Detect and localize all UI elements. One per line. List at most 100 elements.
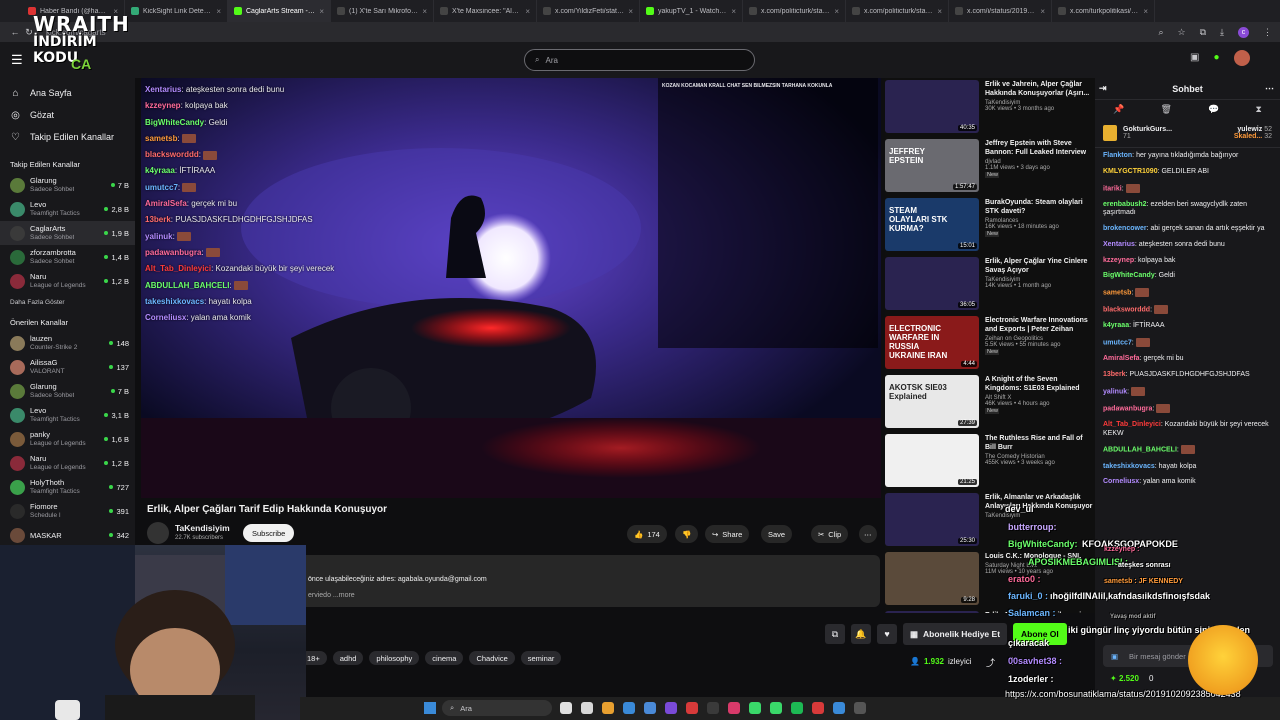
- obs-icon[interactable]: [812, 702, 824, 714]
- files-icon[interactable]: [602, 702, 614, 714]
- sidebar-nav-item[interactable]: ⌂ Ana Sayfa: [0, 82, 135, 104]
- emote-icon[interactable]: ▣: [1111, 652, 1118, 661]
- sidebar-channel[interactable]: Naru League of Legends 1,2 B: [0, 269, 135, 293]
- chrome-icon[interactable]: [581, 702, 593, 714]
- chat-username[interactable]: erenbabush2: [1103, 201, 1147, 208]
- sidebar-channel[interactable]: Fiomore Schedule I 391: [0, 499, 135, 523]
- more-actions-button[interactable]: ⋯: [859, 525, 877, 543]
- sidebar-channel[interactable]: lauzen Counter-Strike 2 148: [0, 331, 135, 355]
- inbox-icon[interactable]: ▣: [1190, 52, 1199, 66]
- sidebar-channel[interactable]: Levo Teamfight Tactics 3,1 B: [0, 403, 135, 427]
- chat-username[interactable]: yalinuk: [1103, 388, 1127, 395]
- chat-username[interactable]: BigWhiteCandy: [1103, 272, 1155, 279]
- spotify-icon[interactable]: [791, 702, 803, 714]
- like-button[interactable]: 👍 174: [627, 525, 667, 543]
- search-input[interactable]: ⌕ Ara: [524, 49, 755, 71]
- sidebar-nav-item[interactable]: ♡ Takip Edilen Kanallar: [0, 126, 135, 148]
- edge-icon[interactable]: [560, 702, 572, 714]
- sidebar-channel[interactable]: zforzambrotta Sadece Sohbet 1,4 B: [0, 245, 135, 269]
- user-avatar[interactable]: [1233, 50, 1250, 66]
- trash-icon[interactable]: 🗑: [1161, 104, 1172, 115]
- chat-username[interactable]: 13berk: [1103, 371, 1126, 378]
- sidebar-channel[interactable]: Levo Teamfight Tactics 2,8 B: [0, 197, 135, 221]
- chat-settings-icon[interactable]: ⋯: [1265, 83, 1274, 94]
- tab-close-icon[interactable]: ×: [731, 7, 736, 16]
- recommended-video[interactable]: ELECTRONIC WARFARE IN RUSSIA UKRAINE IRA…: [885, 314, 1095, 373]
- back-icon[interactable]: ←: [8, 27, 22, 37]
- tab-close-icon[interactable]: ×: [628, 7, 633, 16]
- browser-icon[interactable]: [833, 702, 845, 714]
- sidebar-channel[interactable]: CaglarArts Sadece Sohbet 1,9 B: [0, 221, 135, 245]
- stream-video[interactable]: Xentarius: ateşkesten sonra dedi bunu kzz…: [141, 78, 881, 498]
- browser-tab[interactable]: x.com/i/status/20192824 ×: [949, 0, 1052, 22]
- channel-points[interactable]: ✦ 2.520 0: [1110, 674, 1153, 683]
- youtube-subscribe-button[interactable]: Subscribe: [243, 524, 295, 542]
- red-app-icon[interactable]: [686, 702, 698, 714]
- youtube-description[interactable]: önce ulaşabileceğiniz adres: agabala.oyu…: [300, 555, 880, 607]
- chat-username[interactable]: umutcc7: [1103, 340, 1132, 347]
- youtube-channel-avatar[interactable]: [147, 522, 169, 544]
- sidebar-channel[interactable]: Glarung Sadece Sohbet 7 B: [0, 173, 135, 197]
- show-more-link[interactable]: Daha Fazla Göster: [0, 293, 135, 306]
- clip-button[interactable]: ✂ Clip: [811, 525, 849, 543]
- browser-tab[interactable]: yakupTV_1 - Watch clips ×: [640, 0, 743, 22]
- follow-heart-icon[interactable]: ♥: [877, 624, 897, 644]
- share-button[interactable]: ↪ Share: [705, 525, 750, 543]
- stream-tag[interactable]: Chadvice: [469, 651, 515, 665]
- recommended-video[interactable]: AKOTSK SIE03 Explained 27:39 A Knight of t…: [885, 373, 1095, 432]
- youtube-channel-name[interactable]: TaKendisiyim: [175, 523, 230, 533]
- discord-icon[interactable]: [644, 702, 656, 714]
- sidebar-channel[interactable]: HolyThoth Teamfight Tactics 727: [0, 475, 135, 499]
- recommended-video[interactable]: 36:05 Erlik, Alper Çağlar Yine Cinlere Sa…: [885, 255, 1095, 314]
- extensions-icon[interactable]: ⧉: [1200, 27, 1206, 38]
- notification-bell-icon[interactable]: 🔔: [851, 624, 871, 644]
- chat-username[interactable]: padawanbugra: [1103, 405, 1152, 412]
- tab-close-icon[interactable]: ×: [1143, 7, 1148, 16]
- steam-icon[interactable]: [707, 702, 719, 714]
- sidebar-channel[interactable]: MASKAR 342: [0, 523, 135, 547]
- recommended-video[interactable]: 40:35 Erlik ve Jahrein, Alper Çağlar Hakk…: [885, 78, 1095, 137]
- dislike-button[interactable]: 👎: [675, 525, 699, 543]
- profile-avatar[interactable]: c: [1238, 26, 1249, 38]
- sidebar-channel[interactable]: Naru League of Legends 1,2 B: [0, 451, 135, 475]
- chat-username[interactable]: kzzeynep: [1103, 257, 1134, 264]
- whatsapp-icon[interactable]: [770, 702, 782, 714]
- chat-bubble-icon[interactable]: 💬: [1208, 104, 1219, 115]
- browser-tab[interactable]: x.com/politicturk/status/×: [846, 0, 949, 22]
- chat-username[interactable]: sametsb: [1103, 289, 1131, 296]
- stream-tag[interactable]: cinema: [425, 651, 464, 665]
- recommended-video[interactable]: Erlik, Almanyanın Gerilemesi: [885, 609, 1095, 613]
- tab-close-icon[interactable]: ×: [1040, 7, 1045, 16]
- chat-username[interactable]: Corneliusx: [1103, 478, 1139, 485]
- save-button[interactable]: Save: [761, 525, 793, 543]
- sidebar-channel[interactable]: Glarung Sadece Sohbet 7 B: [0, 379, 135, 403]
- gift-subscription-button[interactable]: ▦ Abonelik Hediye Et: [903, 623, 1008, 645]
- chat-username[interactable]: Flankton: [1103, 152, 1132, 159]
- misc-app-icon[interactable]: [854, 702, 866, 714]
- windows-start-icon[interactable]: [424, 702, 436, 714]
- bookmark-star-icon[interactable]: ☆: [1178, 27, 1186, 38]
- browser-tab[interactable]: x.com/turkpolitikasi/stat ×: [1052, 0, 1155, 22]
- chat-username[interactable]: itariki: [1103, 185, 1122, 192]
- stream-tag[interactable]: seminar: [520, 651, 562, 665]
- chat-username[interactable]: k4yraaa: [1103, 322, 1129, 329]
- recommended-video[interactable]: 21:25 The Ruthless Rise and Fall of Bill …: [885, 432, 1095, 491]
- chat-username[interactable]: Xentarius: [1103, 241, 1135, 248]
- green-app-icon[interactable]: [749, 702, 761, 714]
- tab-close-icon[interactable]: ×: [319, 7, 324, 16]
- description-line-2[interactable]: erviedo ...more: [306, 591, 880, 601]
- browser-tab[interactable]: X'te Maxsincee: "Alperen ×: [434, 0, 537, 22]
- tab-close-icon[interactable]: ×: [422, 7, 427, 16]
- purple-app-icon[interactable]: [665, 702, 677, 714]
- sidebar-channel[interactable]: panky League of Legends 1,6 B: [0, 427, 135, 451]
- chat-username[interactable]: blacksworddd: [1103, 307, 1150, 314]
- tab-close-icon[interactable]: ×: [216, 7, 221, 16]
- browser-tab[interactable]: CaglarArts Stream - W ×: [228, 0, 331, 22]
- collapse-chat-icon[interactable]: ⇥: [1099, 83, 1107, 94]
- vscode-icon[interactable]: [623, 702, 635, 714]
- browser-tab[interactable]: x.com/YildizFeti/status/2 ×: [537, 0, 640, 22]
- sidebar-channel[interactable]: AilissaG VALORANT 137: [0, 355, 135, 379]
- clip-stream-icon[interactable]: ⧉: [825, 624, 845, 644]
- more-menu-icon[interactable]: ⋮: [1263, 27, 1272, 38]
- hourglass-icon[interactable]: ⧗: [1256, 104, 1262, 115]
